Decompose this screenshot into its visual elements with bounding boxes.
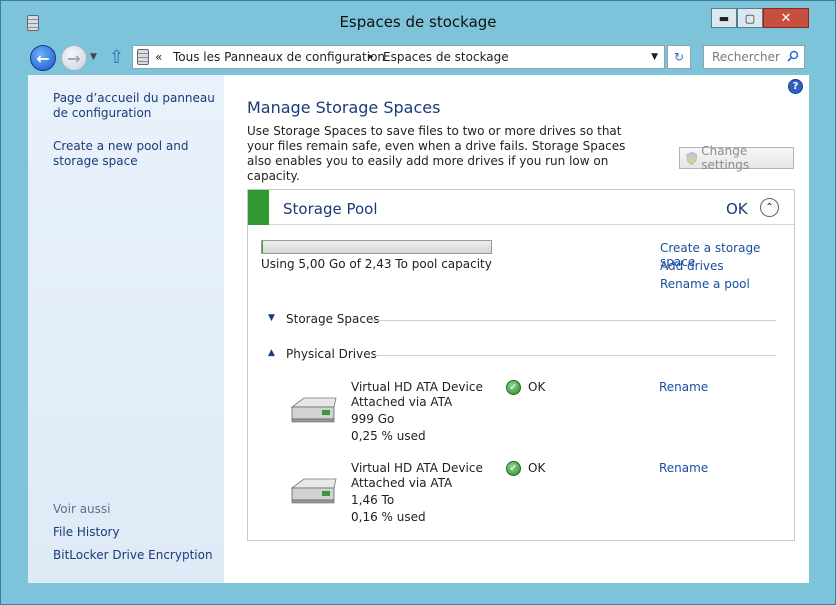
pool-status-bar: [248, 190, 269, 225]
drive-usage: 0,25 % used: [351, 429, 426, 443]
close-button[interactable]: ✕: [763, 8, 809, 28]
history-dropdown-icon[interactable]: ▼: [90, 52, 97, 62]
drive-status: OK: [528, 380, 546, 394]
physical-drives-section[interactable]: ▲ Physical Drives: [268, 347, 776, 363]
up-arrow-icon[interactable]: ⇧: [109, 47, 124, 68]
drive-size: 999 Go: [351, 412, 395, 426]
drive-connection: Attached via ATA: [351, 476, 453, 490]
search-box[interactable]: Rechercher: [703, 45, 805, 69]
back-button[interactable]: ←: [30, 45, 56, 71]
pool-capacity-bar: [261, 240, 492, 254]
rename-drive-link[interactable]: Rename: [659, 461, 708, 475]
drive-connection: Attached via ATA: [351, 395, 453, 409]
page-title: Manage Storage Spaces: [247, 98, 441, 117]
window: Espaces de stockage ▬ ▢ ✕ ← → ▼ ⇧ « Tous…: [0, 0, 836, 605]
change-settings-button[interactable]: Change settings: [679, 144, 794, 172]
collapse-chevron-up-icon[interactable]: ⌃: [760, 198, 779, 217]
checkmark-icon: ✓: [506, 461, 521, 476]
pool-usage-text: Using 5,00 Go of 2,43 To pool capacity: [261, 257, 492, 271]
forward-button[interactable]: →: [61, 45, 87, 71]
overflow-chevron[interactable]: «: [155, 50, 162, 64]
address-dropdown-icon[interactable]: ▼: [651, 52, 658, 62]
title-bar: Espaces de stockage ▬ ▢ ✕: [1, 1, 835, 41]
drive-item: Virtual HD ATA Device Attached via ATA 1…: [288, 460, 778, 530]
left-nav-pane: Page d’accueil du panneau de configurati…: [28, 75, 224, 583]
refresh-button[interactable]: ↻: [667, 45, 691, 69]
breadcrumb-all-control-panel[interactable]: Tous les Panneaux de configuration: [173, 50, 385, 64]
breadcrumb-separator-icon[interactable]: ▸: [369, 52, 374, 62]
page-description: Use Storage Spaces to save files to two …: [247, 124, 626, 183]
see-also-heading: Voir aussi: [53, 502, 111, 516]
drive-details: Virtual HD ATA Device Attached via ATA 1…: [351, 460, 483, 526]
drive-item: Virtual HD ATA Device Attached via ATA 9…: [288, 379, 778, 449]
rename-pool-link[interactable]: Rename a pool: [660, 277, 750, 291]
storage-pool-panel: Storage Pool OK ⌃ Using 5,00 Go of 2,43 …: [247, 189, 795, 541]
storage-pool-title: Storage Pool: [283, 200, 378, 218]
uac-shield-icon: [686, 151, 697, 165]
search-input[interactable]: Rechercher: [712, 50, 780, 64]
help-icon[interactable]: ?: [788, 79, 803, 94]
section-divider: [372, 320, 776, 321]
rename-drive-link[interactable]: Rename: [659, 380, 708, 394]
drive-details: Virtual HD ATA Device Attached via ATA 9…: [351, 379, 483, 445]
maximize-button[interactable]: ▢: [737, 8, 763, 28]
window-controls: ▬ ▢ ✕: [711, 8, 809, 28]
hard-drive-icon: [290, 478, 337, 504]
expand-chevron-down-icon[interactable]: ▼: [268, 313, 275, 323]
file-history-link[interactable]: File History: [53, 525, 120, 540]
control-panel-small-icon: [137, 49, 149, 65]
storage-pool-status: OK: [726, 200, 748, 218]
hard-drive-icon: [290, 397, 337, 423]
storage-spaces-section[interactable]: ▼ Storage Spaces: [268, 312, 776, 328]
drive-status: OK: [528, 461, 546, 475]
control-panel-home-link[interactable]: Page d’accueil du panneau de configurati…: [53, 91, 223, 121]
add-drives-link[interactable]: Add drives: [660, 259, 724, 273]
bitlocker-link[interactable]: BitLocker Drive Encryption: [53, 548, 213, 563]
change-settings-label: Change settings: [701, 144, 750, 172]
storage-pool-header[interactable]: Storage Pool OK ⌃: [248, 190, 794, 225]
collapse-chevron-up-icon[interactable]: ▲: [268, 348, 275, 358]
search-icon[interactable]: [787, 50, 799, 62]
drive-size: 1,46 To: [351, 493, 395, 507]
section-divider: [373, 355, 776, 356]
main-content: ? Manage Storage Spaces Use Storage Spac…: [224, 75, 809, 583]
window-title: Espaces de stockage: [339, 13, 497, 31]
breadcrumb-storage-spaces[interactable]: Espaces de stockage: [383, 50, 509, 64]
minimize-button[interactable]: ▬: [711, 8, 737, 28]
drive-usage: 0,16 % used: [351, 510, 426, 524]
storage-spaces-label: Storage Spaces: [286, 312, 380, 326]
checkmark-icon: ✓: [506, 380, 521, 395]
physical-drives-label: Physical Drives: [286, 347, 377, 361]
address-bar[interactable]: « Tous les Panneaux de configuration ▸ E…: [132, 45, 665, 69]
create-pool-link[interactable]: Create a new pool and storage space: [53, 139, 223, 169]
